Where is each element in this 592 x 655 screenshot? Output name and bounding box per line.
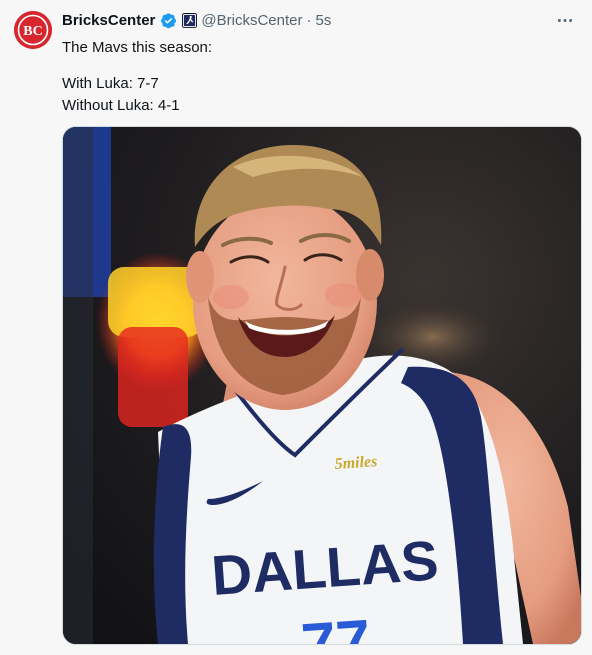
tweet-line: The Mavs this season: [62,39,213,56]
jersey-number-text: 77 [299,607,373,644]
tweet-line: Without Luka: 4-1 [62,97,180,114]
avatar-logo-text: BC [23,24,42,39]
bc-logo-icon: BC [14,11,52,49]
tweet-photo[interactable]: DALLAS 77 5miles [62,126,582,645]
verified-badge-icon[interactable] [160,12,177,29]
separator-dot: · [306,11,312,29]
avatar[interactable]: BC [14,11,52,49]
tweet-header: BricksCenter @BricksCenter · 5s [62,10,331,30]
jersey-patch-text: 5miles [334,453,378,473]
more-options-icon[interactable] [554,10,576,30]
handle[interactable]: @BricksCenter [201,12,302,29]
player-photo: DALLAS 77 5miles [63,127,581,644]
affiliate-badge-icon[interactable] [182,12,198,28]
tweet[interactable]: BC BricksCenter @BricksCenter · 5s The M… [0,0,592,655]
tweet-line: With Luka: 7-7 [62,75,159,92]
tweet-text: The Mavs this season: With Luka: 7-7 Wit… [62,37,572,117]
display-name[interactable]: BricksCenter [62,12,155,29]
timestamp[interactable]: 5s [315,12,331,29]
